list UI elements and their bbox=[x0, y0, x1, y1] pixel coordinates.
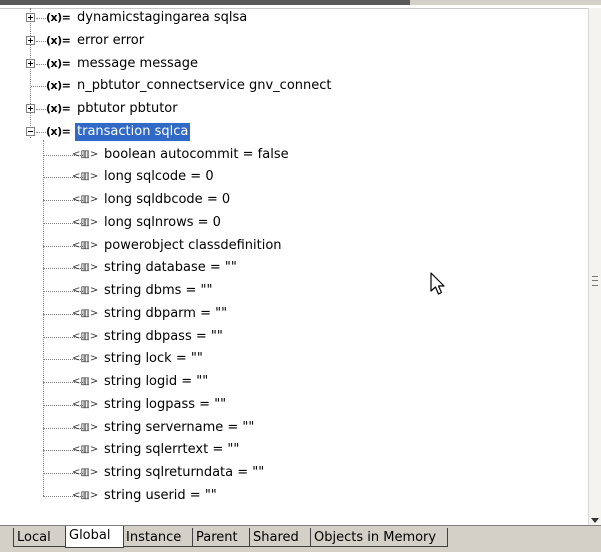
tree-child-item[interactable]: <▥> long sqlcode = 0 bbox=[0, 166, 588, 188]
tree-child-label: string servername = "" bbox=[104, 420, 255, 435]
expand-plus-icon[interactable] bbox=[26, 59, 35, 68]
tree-item-label: pbtutor pbtutor bbox=[77, 101, 178, 116]
variable-icon: (x)= bbox=[46, 57, 71, 70]
scroll-down-arrow-icon[interactable] bbox=[591, 518, 599, 523]
tree-child-item[interactable]: <▥> string logid = "" bbox=[0, 371, 588, 393]
debug-tab-bar: Local Global Instance Parent Shared Objects i… bbox=[0, 525, 601, 552]
field-icon: <▥> bbox=[72, 490, 99, 501]
field-icon: <▥> bbox=[72, 308, 99, 319]
variable-icon: (x)= bbox=[46, 79, 71, 92]
expand-plus-icon[interactable] bbox=[26, 13, 35, 22]
variable-icon: (x)= bbox=[46, 11, 71, 24]
variable-icon: (x)= bbox=[46, 102, 71, 115]
tree-child-label: string dbms = "" bbox=[104, 283, 213, 298]
tree-item[interactable]: (x)= transaction sqlca bbox=[0, 121, 588, 143]
tree-item-label: dynamicstagingarea sqlsa bbox=[77, 10, 248, 25]
tree-item[interactable]: (x)= dynamicstagingarea sqlsa bbox=[0, 8, 588, 29]
tab-local[interactable]: Local bbox=[13, 528, 67, 547]
tree-child-label: long sqlnrows = 0 bbox=[104, 215, 221, 230]
tab-instance[interactable]: Instance bbox=[122, 528, 194, 547]
variable-icon: (x)= bbox=[46, 34, 71, 47]
tree-item[interactable]: (x)= pbtutor pbtutor bbox=[0, 98, 588, 120]
field-icon: <▥> bbox=[72, 353, 99, 364]
variables-tree[interactable]: (x)= dynamicstagingarea sqlsa (x)= error er… bbox=[0, 8, 588, 525]
field-icon: <▥> bbox=[72, 376, 99, 387]
tree-item-label: transaction sqlca bbox=[75, 123, 191, 141]
field-icon: <▥> bbox=[72, 240, 99, 251]
tree-item-label: message message bbox=[77, 56, 198, 71]
field-icon: <▥> bbox=[72, 171, 99, 182]
field-icon: <▥> bbox=[72, 285, 99, 296]
tree-child-item[interactable]: <▥> long sqlnrows = 0 bbox=[0, 212, 588, 234]
tree-child-item[interactable]: <▥> string sqlreturndata = "" bbox=[0, 462, 588, 484]
field-icon: <▥> bbox=[72, 262, 99, 273]
tree-child-label: string logid = "" bbox=[104, 374, 209, 389]
expand-plus-icon[interactable] bbox=[26, 104, 35, 113]
tab-global[interactable]: Global bbox=[65, 526, 124, 548]
tree-child-item[interactable]: <▥> powerobject classdefinition bbox=[0, 235, 588, 257]
frame-line-light bbox=[410, 0, 601, 5]
field-icon: <▥> bbox=[72, 467, 99, 478]
tree-child-item[interactable]: <▥> string lock = "" bbox=[0, 348, 588, 370]
tree-child-label: string database = "" bbox=[104, 260, 237, 275]
frame-line bbox=[0, 0, 410, 5]
field-icon: <▥> bbox=[72, 217, 99, 228]
vertical-scrollbar[interactable] bbox=[588, 8, 601, 525]
tree-child-label: boolean autocommit = false bbox=[104, 147, 289, 162]
tree-item[interactable]: (x)= error error bbox=[0, 30, 588, 52]
tree-child-label: string lock = "" bbox=[104, 351, 203, 366]
tree-connector-line bbox=[31, 86, 46, 88]
tree-item[interactable]: (x)= n_pbtutor_connectservice gnv_connect bbox=[0, 75, 588, 97]
tree-child-item[interactable]: <▥> long sqldbcode = 0 bbox=[0, 189, 588, 211]
expand-plus-icon[interactable] bbox=[26, 36, 35, 45]
tree-child-label: powerobject classdefinition bbox=[104, 238, 282, 253]
tree-child-label: long sqlcode = 0 bbox=[104, 169, 214, 184]
tree-child-label: string userid = "" bbox=[104, 488, 217, 503]
field-icon: <▥> bbox=[72, 399, 99, 410]
tab-parent[interactable]: Parent bbox=[192, 528, 251, 547]
tree-child-item[interactable]: <▥> string servername = "" bbox=[0, 417, 588, 439]
field-icon: <▥> bbox=[72, 444, 99, 455]
tree-item-label: n_pbtutor_connectservice gnv_connect bbox=[77, 78, 332, 93]
tree-child-item[interactable]: <▥> boolean autocommit = false bbox=[0, 144, 588, 166]
tree-connector-line bbox=[36, 41, 46, 43]
tree-item-label: error error bbox=[77, 33, 145, 48]
tree-child-item[interactable]: <▥> string userid = "" bbox=[0, 485, 588, 507]
tree-child-label: string dbparm = "" bbox=[104, 306, 228, 321]
mouse-pointer-icon bbox=[430, 272, 445, 295]
collapse-minus-icon[interactable] bbox=[26, 127, 35, 136]
tree-child-item[interactable]: <▥> string sqlerrtext = "" bbox=[0, 439, 588, 461]
tab-objects-in-memory[interactable]: Objects in Memory bbox=[310, 528, 448, 547]
tab-shared[interactable]: Shared bbox=[249, 528, 312, 547]
tree-child-item[interactable]: <▥> string dbparm = "" bbox=[0, 303, 588, 325]
variable-icon: (x)= bbox=[46, 125, 71, 138]
field-icon: <▥> bbox=[72, 331, 99, 342]
tree-connector-line bbox=[36, 18, 46, 20]
tree-item[interactable]: (x)= message message bbox=[0, 53, 588, 75]
tree-child-item[interactable]: <▥> string dbpass = "" bbox=[0, 326, 588, 348]
tree-child-label: string sqlreturndata = "" bbox=[104, 465, 265, 480]
tree-child-label: string dbpass = "" bbox=[104, 329, 223, 344]
tree-child-label: string sqlerrtext = "" bbox=[104, 442, 240, 457]
tree-connector-line bbox=[36, 132, 46, 134]
tree-child-item[interactable]: <▥> string dbms = "" bbox=[0, 280, 588, 302]
tree-child-item[interactable]: <▥> string logpass = "" bbox=[0, 394, 588, 416]
scroll-grip-icon[interactable] bbox=[592, 276, 598, 286]
field-icon: <▥> bbox=[72, 194, 99, 205]
field-icon: <▥> bbox=[72, 149, 99, 160]
tree-connector-line bbox=[36, 109, 46, 111]
tree-child-item[interactable]: <▥> string database = "" bbox=[0, 257, 588, 279]
tree-child-label: string logpass = "" bbox=[104, 397, 227, 412]
tree-child-label: long sqldbcode = 0 bbox=[104, 192, 231, 207]
tree-connector-line bbox=[36, 64, 46, 66]
field-icon: <▥> bbox=[72, 422, 99, 433]
